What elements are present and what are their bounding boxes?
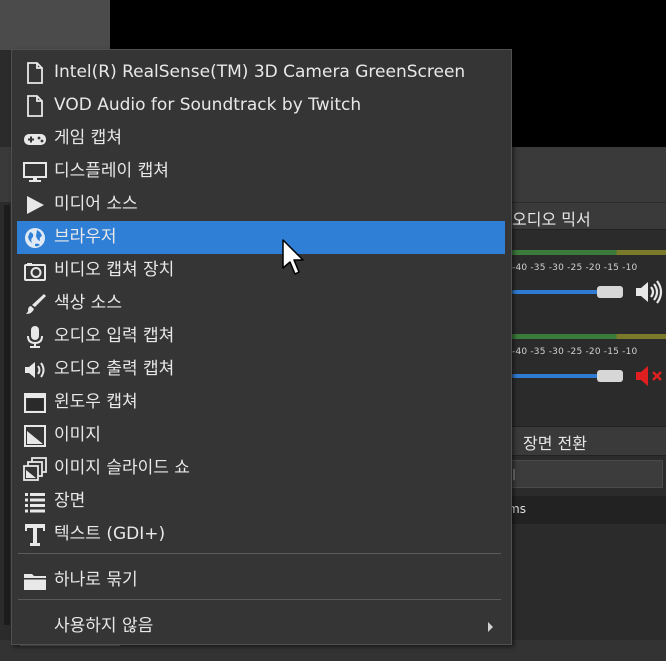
menu-separator [18, 599, 501, 600]
file-icon [22, 60, 48, 86]
transitions-title: 장면 전환 [523, 434, 587, 453]
camera-icon [22, 258, 48, 284]
menu-item-label: 윈도우 캡쳐 [54, 392, 138, 412]
mixer-title: 오디오 믹서 [512, 210, 591, 229]
list-icon [22, 489, 48, 515]
menu-item-image[interactable]: 이미지 [17, 419, 505, 452]
menu-item-label: VOD Audio for Soundtrack by Twitch [54, 95, 362, 115]
menu-item-label: 미디어 소스 [54, 194, 138, 214]
window-icon [22, 390, 48, 416]
menu-item-label: Intel(R) RealSense(TM) 3D Camera GreenSc… [54, 62, 466, 82]
submenu-arrow-icon [488, 622, 493, 632]
menu-item-label: 색상 소스 [54, 293, 122, 313]
menu-item-label: 하나로 묶기 [54, 570, 138, 590]
speaker-icon[interactable] [634, 279, 664, 305]
volume-meter [512, 334, 666, 339]
transition-duration-field[interactable] [505, 496, 666, 524]
volume-meter [512, 250, 666, 255]
paintbrush-icon [22, 291, 48, 317]
menu-item-label: 텍스트 (GDI+) [54, 524, 166, 544]
menu-item-label: 장면 [54, 491, 86, 511]
speaker-muted-icon[interactable] [634, 363, 664, 389]
file-icon [22, 93, 48, 119]
slideshow-icon [22, 456, 48, 482]
mixer-panel [505, 230, 666, 425]
menu-item-label: 오디오 출력 캡쳐 [54, 359, 175, 379]
menu-item-deprecated[interactable]: 사용하지 않음 [17, 610, 505, 643]
play-icon [22, 192, 48, 218]
volume-slider-handle[interactable] [597, 370, 623, 382]
bottom-divider [20, 645, 120, 646]
menu-item-image-slideshow[interactable]: 이미지 슬라이드 쇼 [17, 452, 505, 485]
menu-item-label: 디스플레이 캡쳐 [54, 161, 169, 181]
menu-item-media-source[interactable]: 미디어 소스 [17, 188, 505, 221]
menu-item-video-capture[interactable]: 비디오 캡쳐 장치 [17, 254, 505, 287]
menu-item-audio-input[interactable]: 오디오 입력 캡쳐 [17, 320, 505, 353]
menu-item-label: 오디오 입력 캡쳐 [54, 326, 175, 346]
menu-item-text-gdi[interactable]: 텍스트 (GDI+) [17, 518, 505, 551]
globe-icon [22, 225, 48, 251]
menu-item-browser[interactable]: 브라우저 [17, 221, 505, 254]
microphone-icon [22, 324, 48, 350]
menu-item-label: 이미지 [54, 425, 101, 445]
menu-item-label: 사용하지 않음 [54, 616, 154, 636]
monitor-icon [22, 159, 48, 185]
text-icon [22, 522, 48, 548]
meter-ticks: -40 -35 -30 -25 -20 -15 -10 [512, 263, 638, 273]
sources-list-edge [4, 205, 10, 625]
meter-ticks: -40 -35 -30 -25 -20 -15 -10 [512, 347, 638, 357]
add-source-menu: Intel(R) RealSense(TM) 3D Camera GreenSc… [11, 49, 512, 645]
folder-icon [22, 568, 48, 594]
menu-item-realsense[interactable]: Intel(R) RealSense(TM) 3D Camera GreenSc… [17, 56, 505, 89]
menu-item-display-capture[interactable]: 디스플레이 캡쳐 [17, 155, 505, 188]
menu-item-label: 이미지 슬라이드 쇼 [54, 458, 190, 478]
menu-separator [18, 553, 501, 554]
mouse-cursor-icon [281, 238, 307, 278]
image-icon [22, 423, 48, 449]
menu-item-game-capture[interactable]: 게임 캡쳐 [17, 122, 505, 155]
transition-select[interactable] [505, 460, 663, 488]
menu-item-label: 브라우저 [54, 227, 117, 247]
menu-item-window-capture[interactable]: 윈도우 캡쳐 [17, 386, 505, 419]
menu-item-audio-output[interactable]: 오디오 출력 캡쳐 [17, 353, 505, 386]
background-panel [0, 0, 110, 50]
menu-item-scene[interactable]: 장면 [17, 485, 505, 518]
gamepad-icon [22, 126, 48, 152]
menu-item-color-source[interactable]: 색상 소스 [17, 287, 505, 320]
menu-item-vod-audio[interactable]: VOD Audio for Soundtrack by Twitch [17, 89, 505, 122]
menu-item-group[interactable]: 하나로 묶기 [17, 564, 505, 597]
menu-item-label: 게임 캡쳐 [54, 128, 122, 148]
speaker-icon [22, 357, 48, 383]
volume-slider-handle[interactable] [597, 286, 623, 298]
menu-item-label: 비디오 캡쳐 장치 [54, 260, 175, 280]
